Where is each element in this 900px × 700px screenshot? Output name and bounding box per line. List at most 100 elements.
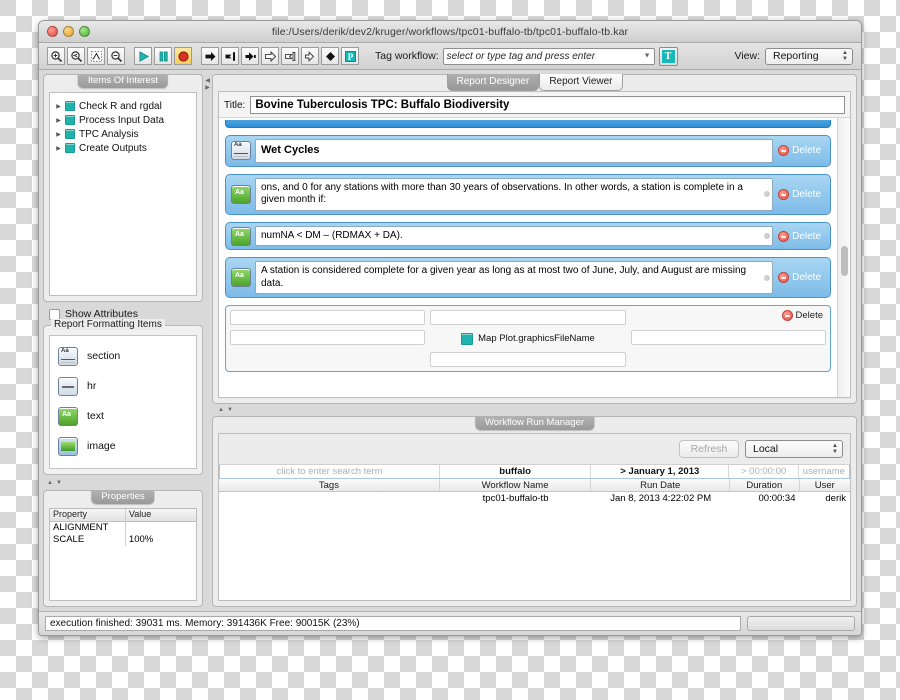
properties-row[interactable]: ALIGNMENT bbox=[50, 522, 196, 534]
column-header-tags[interactable]: Tags bbox=[219, 479, 440, 491]
delete-row-button[interactable]: Delete bbox=[781, 310, 823, 322]
tree-item[interactable]: ▶ Create Outputs bbox=[54, 141, 192, 155]
image-source-cell[interactable]: Map Plot.graphicsFileName bbox=[430, 330, 625, 347]
report-row-text[interactable]: A station is considered complete for a g… bbox=[225, 257, 831, 299]
arrow-right-outline-icon[interactable] bbox=[261, 47, 279, 65]
maximize-button[interactable] bbox=[79, 26, 90, 37]
disclosure-triangle-icon[interactable]: ▶ bbox=[54, 117, 63, 124]
formatting-item-image[interactable]: image bbox=[50, 431, 196, 461]
chevron-down-icon[interactable]: ▼ bbox=[644, 53, 651, 60]
report-row-image[interactable]: Delete Map Plot.graphicsFileName bbox=[225, 305, 831, 373]
resize-knob-icon[interactable] bbox=[764, 274, 771, 281]
report-title-input[interactable]: Bovine Tuberculosis TPC: Buffalo Biodive… bbox=[250, 96, 845, 114]
tree-item[interactable]: ▶ TPC Analysis bbox=[54, 127, 192, 141]
resize-knob-icon[interactable] bbox=[764, 191, 771, 198]
drop-zone[interactable] bbox=[230, 330, 426, 346]
tag-apply-button[interactable]: T bbox=[658, 46, 678, 66]
delete-row-button[interactable]: Delete bbox=[773, 261, 827, 294]
column-header-user[interactable]: User bbox=[800, 479, 850, 491]
table-row[interactable]: tpc01-buffalo-tb Jan 8, 2013 4:22:02 PM … bbox=[219, 492, 850, 505]
text-area-input[interactable]: A station is considered complete for a g… bbox=[255, 261, 774, 295]
provenance-icon[interactable]: P bbox=[341, 47, 359, 65]
formatting-item-hr[interactable]: hr bbox=[50, 371, 196, 401]
tag-workflow-input[interactable]: select or type tag and press enter ▼ bbox=[442, 47, 655, 65]
drop-zone[interactable] bbox=[630, 330, 826, 346]
report-row-text[interactable]: numNA < DM – (RDMAX + DA). Delete bbox=[225, 221, 831, 251]
zoom-out-icon[interactable] bbox=[107, 47, 125, 65]
tab-report-viewer[interactable]: Report Viewer bbox=[539, 74, 623, 91]
delete-row-button[interactable]: Delete bbox=[773, 178, 827, 211]
filter-duration[interactable]: > 00:00:00 bbox=[729, 465, 799, 478]
collapse-down-icon[interactable]: ▼ bbox=[56, 480, 62, 486]
report-title-row: Title: Bovine Tuberculosis TPC: Buffalo … bbox=[219, 92, 850, 118]
pause-icon[interactable] bbox=[154, 47, 172, 65]
properties-row[interactable]: SCALE 100% bbox=[50, 534, 196, 546]
close-button[interactable] bbox=[47, 26, 58, 37]
composite-actor-icon bbox=[65, 101, 75, 111]
drop-zone[interactable] bbox=[430, 352, 626, 368]
section-text-input[interactable]: Wet Cycles bbox=[255, 139, 774, 163]
horizontal-splitter[interactable]: ▲ ▼ bbox=[212, 404, 857, 416]
report-row-text[interactable]: ons, and 0 for any stations with more th… bbox=[225, 173, 831, 215]
disclosure-triangle-icon[interactable]: ▶ bbox=[54, 145, 63, 152]
delete-label: Delete bbox=[792, 145, 821, 157]
vertical-splitter[interactable]: ◀ ▶ bbox=[203, 74, 212, 607]
tree-item-label: Create Outputs bbox=[79, 142, 147, 154]
tag-button-label: T bbox=[661, 49, 675, 63]
collapse-down-icon[interactable]: ▼ bbox=[227, 407, 233, 413]
runs-filter-row[interactable]: click to enter search term buffalo > Jan… bbox=[219, 465, 850, 479]
scope-dropdown[interactable]: Local ▲ ▼ bbox=[745, 440, 843, 458]
diamond-icon[interactable] bbox=[321, 47, 339, 65]
scrollbar-thumb[interactable] bbox=[841, 246, 848, 276]
tree-item-label: Check R and rgdal bbox=[79, 100, 162, 112]
designer-scrollbar[interactable] bbox=[837, 118, 850, 397]
step-filled-icon[interactable] bbox=[241, 47, 259, 65]
tree-item[interactable]: ▶ Check R and rgdal bbox=[54, 99, 192, 113]
refresh-button[interactable]: Refresh bbox=[679, 440, 739, 458]
drop-zone[interactable] bbox=[230, 310, 426, 326]
view-dropdown[interactable]: Reporting ▲ ▼ bbox=[765, 47, 853, 65]
formatting-item-text[interactable]: text bbox=[50, 401, 196, 431]
text-area-input[interactable]: ons, and 0 for any stations with more th… bbox=[255, 177, 774, 211]
collapse-up-icon[interactable]: ▲ bbox=[47, 480, 53, 486]
text-area-input[interactable]: numNA < DM – (RDMAX + DA). bbox=[255, 225, 774, 247]
properties-table[interactable]: Property Value ALIGNMENT SCALE 100% bbox=[49, 508, 197, 601]
drop-zone[interactable] bbox=[430, 310, 626, 326]
filter-run-date[interactable]: > January 1, 2013 bbox=[591, 465, 730, 478]
left-splitter[interactable]: ▲ ▼ bbox=[43, 478, 203, 487]
column-header-duration[interactable]: Duration bbox=[730, 479, 800, 491]
splitter-arrows[interactable]: ◀ ▶ bbox=[205, 78, 210, 607]
collapse-right-icon[interactable]: ▶ bbox=[205, 85, 210, 91]
filter-workflow-name[interactable]: buffalo bbox=[440, 465, 592, 478]
items-of-interest-list[interactable]: ▶ Check R and rgdal ▶ Process Input Data… bbox=[49, 92, 197, 296]
stop-icon[interactable] bbox=[174, 47, 192, 65]
filter-tags[interactable]: click to enter search term bbox=[220, 465, 441, 478]
disclosure-triangle-icon[interactable]: ▶ bbox=[54, 103, 63, 110]
hr-icon bbox=[58, 376, 78, 396]
disclosure-triangle-icon[interactable]: ▶ bbox=[54, 131, 63, 138]
zoom-in-icon[interactable] bbox=[47, 47, 65, 65]
zoom-fit-icon[interactable] bbox=[87, 47, 105, 65]
zoom-reset-icon[interactable] bbox=[67, 47, 85, 65]
report-row-section[interactable]: Wet Cycles Delete bbox=[225, 135, 831, 167]
formatting-item-label: text bbox=[87, 410, 104, 422]
tree-item[interactable]: ▶ Process Input Data bbox=[54, 113, 192, 127]
delete-row-button[interactable]: Delete bbox=[773, 226, 827, 247]
step-outline-icon[interactable] bbox=[301, 47, 319, 65]
column-header-run-date[interactable]: Run Date bbox=[591, 479, 731, 491]
minimize-button[interactable] bbox=[63, 26, 74, 37]
collapse-up-icon[interactable]: ▲ bbox=[218, 407, 224, 413]
flag-filled-icon[interactable] bbox=[221, 47, 239, 65]
resize-knob-icon[interactable] bbox=[764, 233, 771, 239]
filter-user[interactable]: username bbox=[799, 465, 849, 478]
arrow-right-filled-icon[interactable] bbox=[201, 47, 219, 65]
flag-outline-icon[interactable] bbox=[281, 47, 299, 65]
delete-row-button[interactable]: Delete bbox=[773, 139, 827, 163]
tab-report-designer[interactable]: Report Designer bbox=[446, 74, 540, 91]
collapse-left-icon[interactable]: ◀ bbox=[205, 78, 210, 84]
formatting-item-section[interactable]: section bbox=[50, 341, 196, 371]
drop-zone-empty bbox=[631, 352, 826, 367]
column-header-workflow-name[interactable]: Workflow Name bbox=[440, 479, 592, 491]
run-icon[interactable] bbox=[134, 47, 152, 65]
show-attributes-checkbox[interactable] bbox=[49, 308, 60, 320]
